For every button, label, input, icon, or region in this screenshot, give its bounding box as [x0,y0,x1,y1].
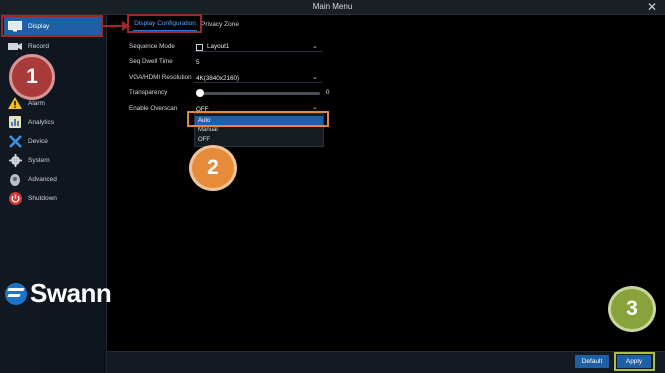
seq-dwell-time-label: Seq Dwell Time [129,58,173,65]
tab-privacy-zone[interactable]: Privacy Zone [200,16,240,32]
power-icon [8,191,22,205]
highlight-display-tab [127,14,202,33]
swann-logo: Swann [5,278,112,309]
step-badge-2: 2 [189,145,237,191]
sidebar-item-shutdown[interactable]: Shutdown [4,189,102,207]
dropdown-option-manual[interactable]: Manual [198,127,218,133]
sequence-mode-checkbox[interactable] [196,44,203,51]
step-badge-3: 3 [608,286,656,332]
sidebar-item-label: Record [28,42,49,50]
highlight-display-item [1,15,103,37]
transparency-label: Transparency [129,89,168,96]
sidebar-item-alarm[interactable]: Alarm [4,94,102,112]
chevron-down-icon[interactable]: ⌄ [312,103,318,111]
logo-text: Swann [30,278,112,308]
sequence-mode-value: Layout1 [207,43,230,50]
enable-overscan-label: Enable Overscan [129,105,178,112]
resolution-value: 4K(3840x2160) [196,75,240,82]
sidebar-item-label: Analytics [28,118,55,126]
sidebar-item-device[interactable]: Device [4,132,102,150]
sidebar-item-label: Alarm [28,99,45,107]
sidebar-item-advanced[interactable]: Advanced [4,170,102,188]
highlight-apply-button [614,352,655,371]
dropdown-option-off[interactable]: OFF [198,137,210,143]
highlight-auto-option [187,111,329,127]
sequence-mode-label: Sequence Mode [129,43,175,50]
sidebar-item-label: Shutdown [28,194,57,202]
resolution-label: VGA/HDMI Resolution [129,74,192,81]
analytics-icon [8,116,22,128]
chevron-down-icon[interactable]: ⌄ [312,73,318,81]
sidebar-item-label: Device [28,137,48,145]
sidebar-item-label: Advanced [28,175,57,183]
sidebar-item-record[interactable]: Record [4,37,102,55]
sidebar-item-system[interactable]: System [4,151,102,169]
warning-icon [8,97,22,109]
transparency-slider[interactable] [200,92,320,95]
sidebar-item-label: System [28,156,50,164]
transparency-value: 0 [326,89,330,96]
seq-dwell-time-input[interactable]: 5 [196,59,200,66]
advanced-icon [8,173,22,186]
camera-icon [8,40,22,52]
close-icon[interactable]: ✕ [647,0,657,15]
swann-logo-icon [5,282,27,305]
window-title: Main Menu [312,2,353,11]
title-bar: Main Menu ✕ [0,0,665,15]
step-badge-1: 1 [9,54,55,100]
default-button[interactable]: Default [575,355,609,368]
chevron-down-icon[interactable]: ⌄ [312,42,318,50]
tools-icon [8,134,22,148]
gear-icon [8,153,22,167]
transparency-slider-knob[interactable] [196,89,204,97]
sidebar-item-analytics[interactable]: Analytics [4,113,102,131]
